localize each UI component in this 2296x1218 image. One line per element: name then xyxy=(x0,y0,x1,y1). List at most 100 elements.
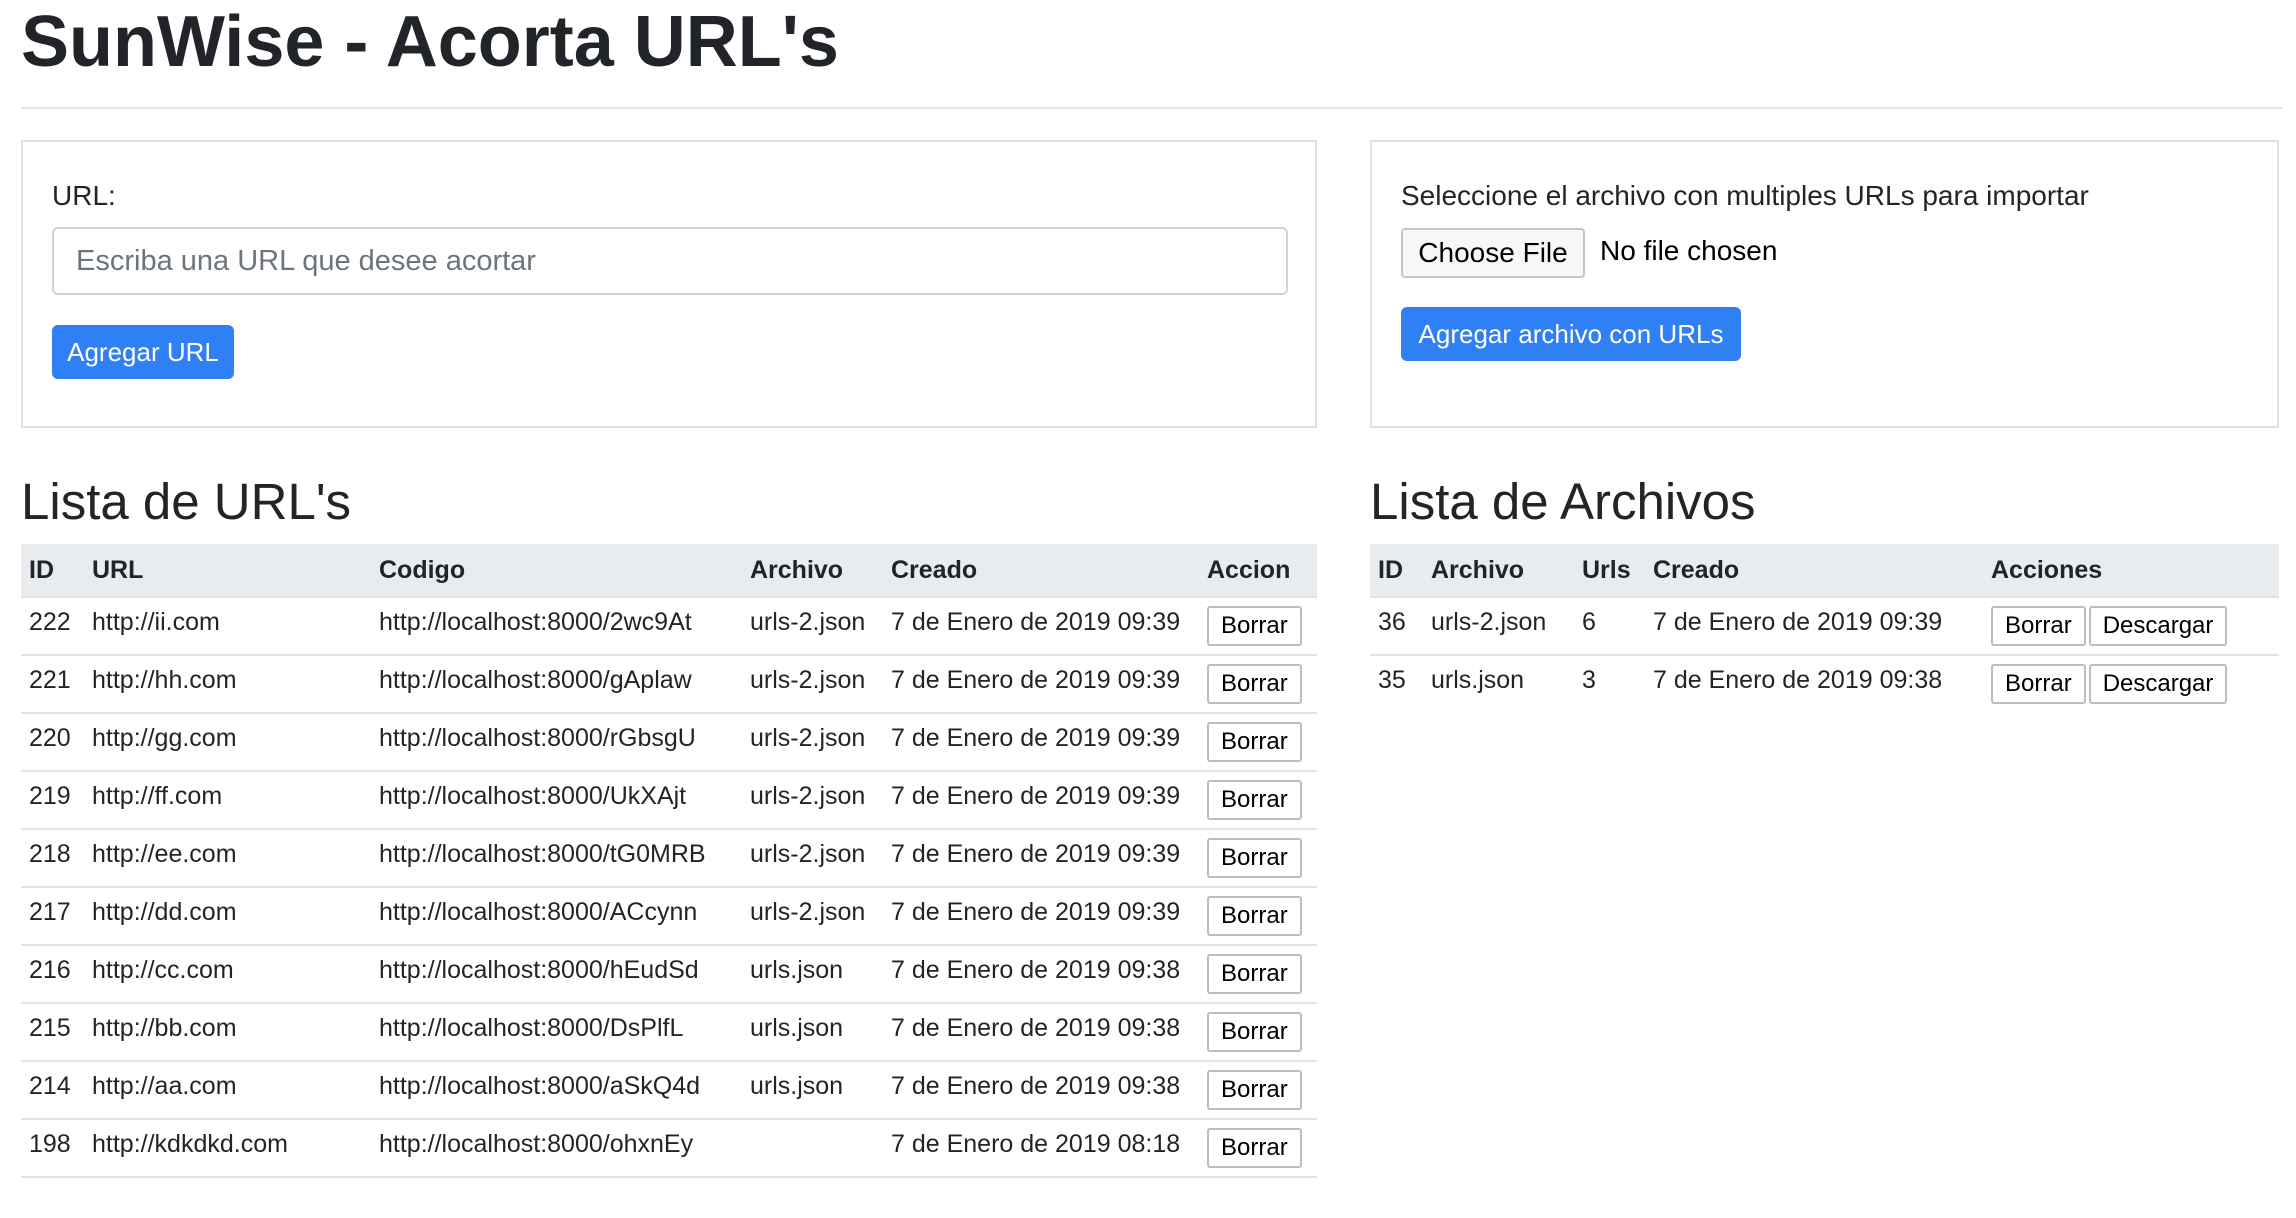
cell-url: http://hh.com xyxy=(84,655,371,714)
table-row: 215 http://bb.com http://localhost:8000/Ds… xyxy=(21,1003,1317,1062)
cell-acciones: Borrar Descargar xyxy=(1983,655,2279,713)
cell-url: http://bb.com xyxy=(84,1003,371,1062)
file-import-label: Seleccione el archivo con multiples URLs… xyxy=(1401,180,2089,211)
cell-creado: 7 de Enero de 2019 09:39 xyxy=(883,771,1199,830)
table-row: 217 http://dd.com http://localhost:8000/AC… xyxy=(21,887,1317,946)
cell-accion: Borrar xyxy=(1199,713,1317,772)
cell-accion: Borrar xyxy=(1199,597,1317,656)
delete-file-button[interactable]: Borrar xyxy=(1991,606,2086,646)
cell-id: 215 xyxy=(21,1003,84,1062)
column-header-archivo: Archivo xyxy=(1423,544,1574,598)
cell-archivo: urls-2.json xyxy=(742,597,883,656)
delete-url-button[interactable]: Borrar xyxy=(1207,722,1302,762)
cell-archivo xyxy=(742,1119,883,1178)
cell-creado: 7 de Enero de 2019 09:39 xyxy=(883,713,1199,772)
column-header-urls: Urls xyxy=(1574,544,1645,598)
cell-archivo: urls.json xyxy=(742,945,883,1004)
add-file-button[interactable]: Agregar archivo con URLs xyxy=(1401,307,1741,361)
delete-url-button[interactable]: Borrar xyxy=(1207,606,1302,646)
cell-url: http://cc.com xyxy=(84,945,371,1004)
cell-creado: 7 de Enero de 2019 09:38 xyxy=(1653,666,1943,694)
cell-codigo: http://localhost:8000/UkXAjt xyxy=(371,771,742,830)
cell-id: 214 xyxy=(21,1061,84,1120)
cell-creado: 7 de Enero de 2019 09:39 xyxy=(883,655,1199,714)
files-section-title: Lista de Archivos xyxy=(1370,473,1756,530)
cell-creado: 7 de Enero de 2019 08:18 xyxy=(883,1119,1199,1178)
delete-url-button[interactable]: Borrar xyxy=(1207,954,1302,994)
delete-file-button[interactable]: Borrar xyxy=(1991,664,2086,704)
cell-accion: Borrar xyxy=(1199,771,1317,830)
delete-url-button[interactable]: Borrar xyxy=(1207,838,1302,878)
files-table: ID Archivo Urls Creado Acciones 36 urls-2… xyxy=(1370,544,2279,713)
table-row: 214 http://aa.com http://localhost:8000/aS… xyxy=(21,1061,1317,1120)
cell-creado: 7 de Enero de 2019 09:38 xyxy=(883,1061,1199,1120)
files-table-header: ID Archivo Urls Creado Acciones xyxy=(1370,544,2279,598)
url-label: URL: xyxy=(52,180,116,211)
cell-codigo: http://localhost:8000/ohxnEy xyxy=(371,1119,742,1178)
column-header-codigo: Codigo xyxy=(371,544,742,598)
cell-archivo: urls.json xyxy=(742,1003,883,1062)
cell-urls: 3 xyxy=(1582,666,1596,694)
cell-id: 222 xyxy=(21,597,84,656)
table-row: 218 http://ee.com http://localhost:8000/tG… xyxy=(21,829,1317,888)
delete-url-button[interactable]: Borrar xyxy=(1207,1128,1302,1168)
delete-url-button[interactable]: Borrar xyxy=(1207,780,1302,820)
column-header-accion: Accion xyxy=(1199,544,1317,598)
page-title: SunWise - Acorta URL's xyxy=(21,2,839,82)
cell-codigo: http://localhost:8000/2wc9At xyxy=(371,597,742,656)
cell-creado: 7 de Enero de 2019 09:39 xyxy=(883,597,1199,656)
table-row: 222 http://ii.com http://localhost:8000/2w… xyxy=(21,597,1317,656)
download-file-button[interactable]: Descargar xyxy=(2088,664,2228,704)
cell-archivo: urls-2.json xyxy=(742,829,883,888)
delete-url-button[interactable]: Borrar xyxy=(1207,1070,1302,1110)
cell-id: 217 xyxy=(21,887,84,946)
cell-archivo: urls-2.json xyxy=(1423,597,1574,656)
file-import-card: Seleccione el archivo con multiples URLs… xyxy=(1370,140,2279,428)
cell-accion: Borrar xyxy=(1199,1061,1317,1120)
choose-file-button[interactable]: Choose File xyxy=(1401,228,1585,278)
cell-codigo: http://localhost:8000/hEudSd xyxy=(371,945,742,1004)
cell-accion: Borrar xyxy=(1199,945,1317,1004)
column-header-id: ID xyxy=(1370,544,1423,598)
cell-archivo: urls-2.json xyxy=(742,655,883,714)
cell-url: http://aa.com xyxy=(84,1061,371,1120)
cell-archivo: urls-2.json xyxy=(742,771,883,830)
cell-url: http://gg.com xyxy=(84,713,371,772)
cell-accion: Borrar xyxy=(1199,655,1317,714)
cell-url: http://kdkdkd.com xyxy=(84,1119,371,1178)
urls-table: ID URL Codigo Archivo Creado Accion 222 h… xyxy=(21,544,1317,1178)
cell-codigo: http://localhost:8000/ACcynn xyxy=(371,887,742,946)
cell-id: 198 xyxy=(21,1119,84,1178)
table-row: 36 urls-2.json 6 7 de Enero de 2019 09:39 Bo… xyxy=(1370,597,2279,656)
cell-codigo: http://localhost:8000/rGbsgU xyxy=(371,713,742,772)
cell-accion: Borrar xyxy=(1199,887,1317,946)
add-url-button[interactable]: Agregar URL xyxy=(52,325,234,379)
delete-url-button[interactable]: Borrar xyxy=(1207,896,1302,936)
cell-id: 221 xyxy=(21,655,84,714)
delete-url-button[interactable]: Borrar xyxy=(1207,1012,1302,1052)
cell-creado: 7 de Enero de 2019 09:38 xyxy=(883,945,1199,1004)
cell-creado: 7 de Enero de 2019 09:39 xyxy=(1645,597,1983,656)
cell-creado: 7 de Enero de 2019 09:39 xyxy=(883,829,1199,888)
cell-accion: Borrar xyxy=(1199,1003,1317,1062)
cell-codigo: http://localhost:8000/tG0MRB xyxy=(371,829,742,888)
download-file-button[interactable]: Descargar xyxy=(2088,606,2228,646)
column-header-creado: Creado xyxy=(1645,544,1983,598)
cell-id: 220 xyxy=(21,713,84,772)
cell-accion: Borrar xyxy=(1199,1119,1317,1178)
cell-acciones: Borrar Descargar xyxy=(1983,597,2279,656)
cell-id: 36 xyxy=(1370,597,1423,656)
url-form-card: URL: Agregar URL xyxy=(21,140,1317,428)
column-header-acciones: Acciones xyxy=(1983,544,2279,598)
cell-url: http://ff.com xyxy=(84,771,371,830)
cell-archivo: urls-2.json xyxy=(742,887,883,946)
table-row: 198 http://kdkdkd.com http://localhost:800… xyxy=(21,1119,1317,1178)
cell-url: http://dd.com xyxy=(84,887,371,946)
cell-id: 35 xyxy=(1378,666,1406,694)
url-input[interactable] xyxy=(52,227,1288,295)
cell-id: 218 xyxy=(21,829,84,888)
cell-creado: 7 de Enero de 2019 09:38 xyxy=(883,1003,1199,1062)
column-header-creado: Creado xyxy=(883,544,1199,598)
delete-url-button[interactable]: Borrar xyxy=(1207,664,1302,704)
table-row: 221 http://hh.com http://localhost:8000/gA… xyxy=(21,655,1317,714)
